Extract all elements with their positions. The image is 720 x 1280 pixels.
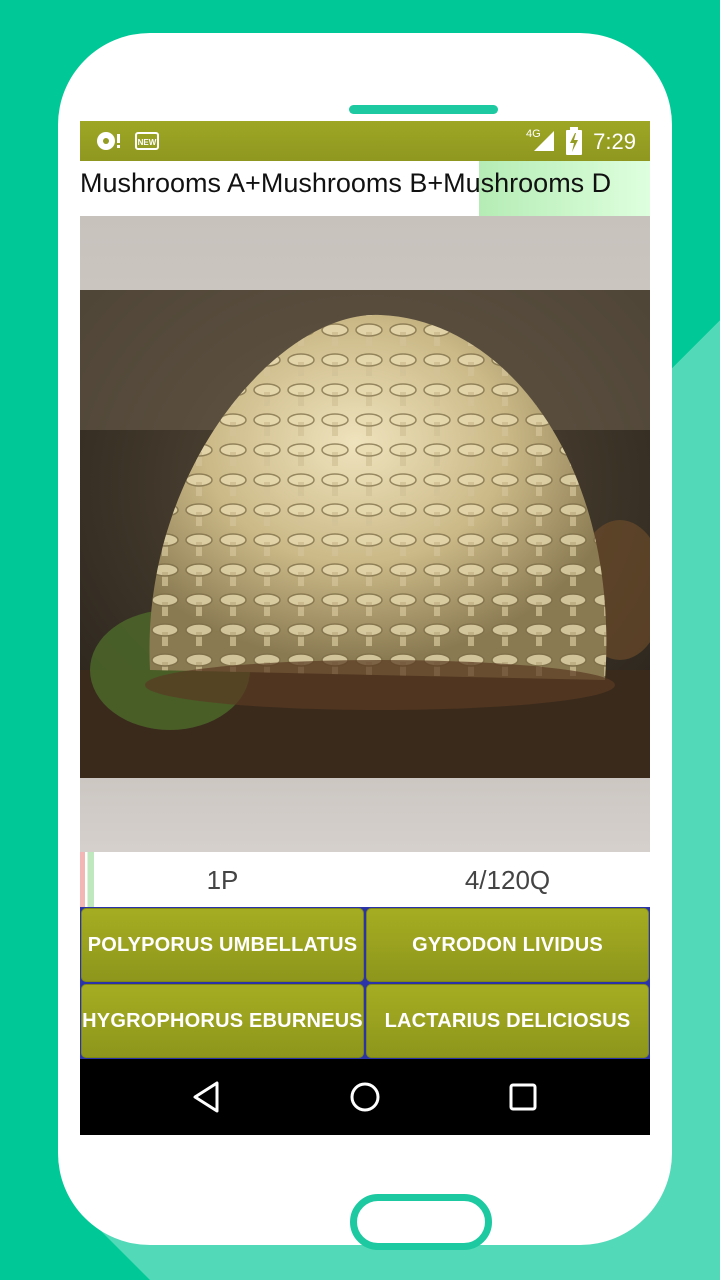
battery-charging-icon — [565, 127, 583, 160]
question-counter: 4/120Q — [464, 865, 551, 895]
answer-grid: POLYPORUS UMBELLATUS GYRODON LIVIDUS HYG… — [80, 907, 650, 1059]
image-blur-bottom — [80, 778, 650, 852]
clock: 7:29 — [593, 129, 636, 154]
question-image-area — [80, 216, 650, 852]
notification-icon — [94, 129, 124, 158]
navigation-bar — [80, 1059, 650, 1135]
answer-button-1[interactable]: POLYPORUS UMBELLATUS — [81, 908, 364, 982]
answer-button-2[interactable]: GYRODON LIVIDUS — [366, 908, 649, 982]
answer-button-3[interactable]: HYGROPHORUS EBURNEUS — [81, 984, 364, 1058]
mushroom-photo — [80, 290, 650, 778]
app-screen: NEW 4G 7:29 Mushrooms A+Mushrooms B+Mush… — [80, 121, 650, 1135]
home-icon[interactable] — [347, 1079, 383, 1115]
svg-text:NEW: NEW — [138, 138, 157, 147]
title-bar: Mushrooms A+Mushrooms B+Mushrooms D — [80, 161, 650, 216]
signal-icon — [530, 129, 556, 158]
quiz-title: Mushrooms A+Mushrooms B+Mushrooms D — [80, 168, 612, 198]
phone-home-button[interactable] — [350, 1194, 492, 1250]
back-icon[interactable] — [189, 1079, 225, 1115]
quiz-info-row: 1P 4/120Q — [80, 852, 650, 907]
recents-icon[interactable] — [505, 1079, 541, 1115]
image-blur-top — [80, 216, 650, 290]
answer-button-4[interactable]: LACTARIUS DELICIOSUS — [366, 984, 649, 1058]
speaker-slot — [349, 105, 498, 114]
new-badge-icon: NEW — [135, 132, 159, 155]
player-label: 1P — [206, 865, 239, 895]
status-bar: NEW 4G 7:29 — [80, 121, 650, 161]
